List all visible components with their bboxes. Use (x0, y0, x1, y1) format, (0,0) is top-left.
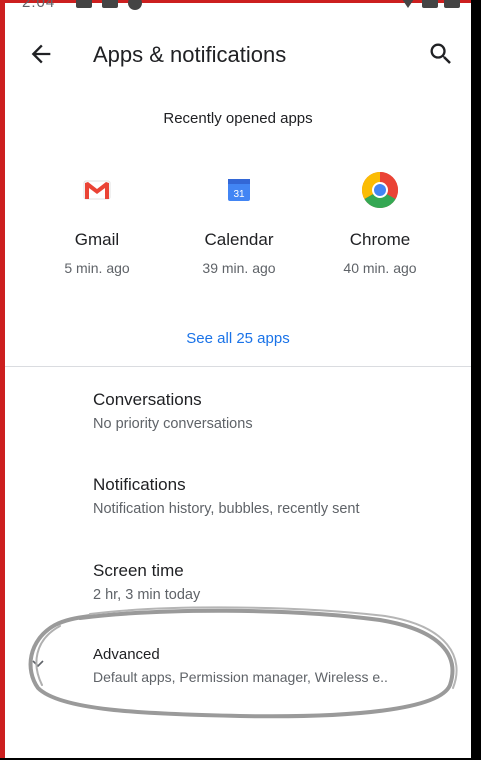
chevron-down-icon (32, 660, 44, 668)
settings-item-advanced[interactable]: Advanced Default apps, Permission manage… (93, 646, 455, 685)
setting-title: Notifications (93, 475, 186, 494)
notification-icon (102, 0, 118, 8)
recent-app-calendar[interactable]: 31 Calendar 39 min. ago (164, 170, 314, 276)
wifi-icon (400, 0, 416, 8)
notification-icon (76, 0, 92, 8)
see-all-apps-link[interactable]: See all 25 apps (5, 330, 471, 347)
app-name: Calendar (204, 230, 274, 249)
status-notification-icons (76, 0, 142, 10)
app-name: Chrome (349, 230, 411, 249)
app-last-opened: 39 min. ago (202, 260, 276, 276)
setting-title: Advanced (93, 646, 160, 663)
settings-item-notifications[interactable]: Notifications Notification history, bubb… (93, 475, 463, 517)
recent-app-chrome[interactable]: Chrome 40 min. ago (305, 170, 455, 276)
notification-icon (128, 0, 142, 10)
back-arrow-icon[interactable] (27, 40, 55, 68)
search-icon[interactable] (427, 40, 455, 68)
setting-subtitle: 2 hr, 3 min today (93, 587, 201, 603)
status-bar: 2:04 (14, 0, 464, 14)
calendar-icon-date: 31 (233, 189, 245, 200)
chrome-icon (361, 172, 399, 209)
signal-icon (422, 0, 438, 8)
settings-item-screen-time[interactable]: Screen time 2 hr, 3 min today (93, 561, 463, 603)
calendar-icon: 31 (228, 179, 250, 201)
status-time: 2:04 (22, 0, 56, 11)
recent-app-gmail[interactable]: Gmail 5 min. ago (22, 170, 172, 276)
app-last-opened: 5 min. ago (64, 260, 130, 276)
section-divider (5, 366, 471, 367)
status-system-icons (400, 0, 460, 8)
setting-title: Screen time (93, 561, 184, 580)
app-bar: Apps & notifications (5, 20, 471, 90)
app-last-opened: 40 min. ago (343, 260, 417, 276)
recent-apps-header: Recently opened apps (163, 110, 313, 127)
screenshot-border-right (471, 0, 481, 760)
setting-subtitle: No priority conversations (93, 416, 253, 432)
app-name: Gmail (74, 230, 120, 249)
setting-subtitle: Default apps, Permission manager, Wirele… (93, 669, 388, 685)
setting-subtitle: Notification history, bubbles, recently … (93, 501, 360, 517)
page-title: Apps & notifications (93, 42, 287, 67)
setting-title: Conversations (93, 390, 202, 409)
battery-icon (444, 0, 460, 8)
settings-item-conversations[interactable]: Conversations No priority conversations (93, 390, 463, 432)
gmail-icon (83, 180, 111, 200)
